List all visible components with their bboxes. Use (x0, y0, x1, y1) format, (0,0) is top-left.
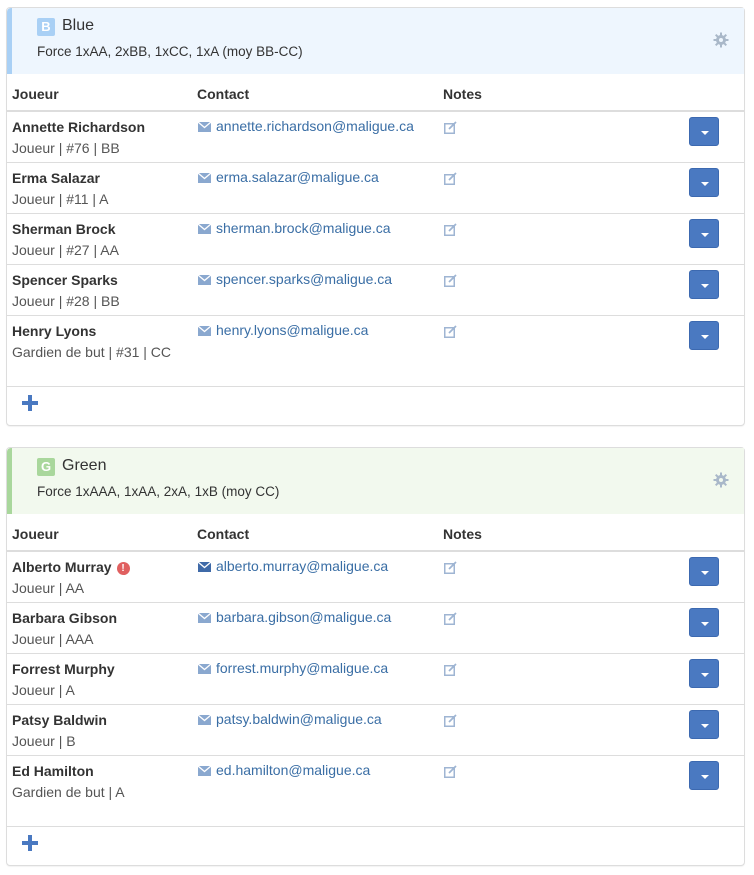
player-actions-dropdown-button[interactable] (689, 608, 719, 637)
edit-icon[interactable] (444, 765, 457, 778)
player-row: Forrest Murphy Joueur | A forrest.murphy… (7, 654, 744, 705)
player-email-link[interactable]: forrest.murphy@maligue.ca (216, 660, 388, 676)
column-header-player: Joueur (12, 86, 59, 102)
player-name: Spencer Sparks (12, 272, 118, 288)
player-meta: Gardien de but | A (12, 784, 125, 800)
edit-icon[interactable] (444, 274, 457, 287)
player-actions-dropdown-button[interactable] (689, 219, 719, 248)
player-email-link[interactable]: henry.lyons@maligue.ca (216, 322, 368, 338)
player-email-link[interactable]: spencer.sparks@maligue.ca (216, 271, 392, 287)
player-meta: Joueur | #76 | BB (12, 140, 120, 156)
player-row: Henry Lyons Gardien de but | #31 | CC he… (7, 316, 744, 387)
player-name: Forrest Murphy (12, 661, 115, 677)
player-actions-dropdown-button[interactable] (689, 270, 719, 299)
player-email-link[interactable]: sherman.brock@maligue.ca (216, 220, 391, 236)
envelope-icon (198, 664, 211, 674)
team-badge: B (37, 18, 55, 36)
player-row: Spencer Sparks Joueur | #28 | BB spencer… (7, 265, 744, 316)
plus-icon[interactable] (21, 834, 39, 852)
edit-icon[interactable] (444, 561, 457, 574)
player-email-link[interactable]: barbara.gibson@maligue.ca (216, 609, 391, 625)
team-force-summary: Force 1xAAA, 1xAA, 2xA, 1xB (moy CC) (37, 484, 280, 499)
team-header: B Blue Force 1xAA, 2xBB, 1xCC, 1xA (moy … (7, 8, 744, 74)
envelope-icon (198, 173, 211, 183)
player-email-link[interactable]: alberto.murray@maligue.ca (216, 558, 388, 574)
team-panel-blue: B Blue Force 1xAA, 2xBB, 1xCC, 1xA (moy … (6, 7, 745, 426)
player-row: Alberto Murray! Joueur | AA alberto.murr… (7, 552, 744, 603)
envelope-icon (198, 224, 211, 234)
player-row: Annette Richardson Joueur | #76 | BB ann… (7, 112, 744, 163)
player-meta: Joueur | #11 | A (12, 191, 109, 207)
player-name: Erma Salazar (12, 170, 100, 186)
add-player-row (7, 381, 744, 425)
edit-icon[interactable] (444, 325, 457, 338)
envelope-icon (198, 613, 211, 623)
player-name-wrapper: Alberto Murray! (12, 559, 130, 575)
player-meta: Gardien de but | #31 | CC (12, 344, 172, 360)
exclamation-icon: ! (116, 562, 130, 575)
envelope-icon (198, 275, 211, 285)
gear-icon[interactable] (713, 472, 729, 488)
plus-icon[interactable] (21, 394, 39, 412)
player-name: Patsy Baldwin (12, 712, 107, 728)
player-name: Ed Hamilton (12, 763, 94, 779)
edit-icon[interactable] (444, 223, 457, 236)
column-header-notes: Notes (443, 86, 482, 102)
player-row: Ed Hamilton Gardien de but | A ed.hamilt… (7, 756, 744, 827)
player-meta: Joueur | #27 | AA (12, 242, 119, 258)
column-header-notes: Notes (443, 526, 482, 542)
envelope-icon (198, 122, 211, 132)
team-name: Blue (62, 17, 95, 34)
player-email-link[interactable]: ed.hamilton@maligue.ca (216, 762, 370, 778)
player-row: Patsy Baldwin Joueur | B patsy.baldwin@m… (7, 705, 744, 756)
player-name: Barbara Gibson (12, 610, 118, 626)
edit-icon[interactable] (444, 172, 457, 185)
player-actions-dropdown-button[interactable] (689, 710, 719, 739)
player-row: Erma Salazar Joueur | #11 | A erma.salaz… (7, 163, 744, 214)
team-panel-green: G Green Force 1xAAA, 1xAA, 2xA, 1xB (moy… (6, 447, 745, 866)
player-name: Sherman Brock (12, 221, 116, 237)
team-badge: G (37, 458, 55, 476)
player-meta: Joueur | #28 | BB (12, 293, 120, 309)
player-actions-dropdown-button[interactable] (689, 321, 719, 350)
player-meta: Joueur | AA (12, 580, 85, 596)
player-name: Annette Richardson (12, 119, 146, 135)
table-header: Joueur Contact Notes (7, 74, 744, 112)
envelope-icon (198, 326, 211, 336)
team-force-summary: Force 1xAA, 2xBB, 1xCC, 1xA (moy BB-CC) (37, 44, 303, 59)
player-meta: Joueur | B (12, 733, 76, 749)
player-email-link[interactable]: patsy.baldwin@maligue.ca (216, 711, 382, 727)
player-row: Barbara Gibson Joueur | AAA barbara.gibs… (7, 603, 744, 654)
column-header-contact: Contact (197, 86, 250, 102)
edit-icon[interactable] (444, 663, 457, 676)
edit-icon[interactable] (444, 121, 457, 134)
player-actions-dropdown-button[interactable] (689, 659, 719, 688)
envelope-icon (198, 766, 211, 776)
envelope-icon (198, 562, 211, 572)
edit-icon[interactable] (444, 612, 457, 625)
column-header-contact: Contact (197, 526, 250, 542)
edit-icon[interactable] (444, 714, 457, 727)
team-name: Green (62, 457, 107, 474)
gear-icon[interactable] (713, 32, 729, 48)
player-actions-dropdown-button[interactable] (689, 117, 719, 146)
player-actions-dropdown-button[interactable] (689, 168, 719, 197)
player-email-link[interactable]: annette.richardson@maligue.ca (216, 118, 414, 134)
player-actions-dropdown-button[interactable] (689, 557, 719, 586)
table-header: Joueur Contact Notes (7, 514, 744, 552)
player-actions-dropdown-button[interactable] (689, 761, 719, 790)
player-row: Sherman Brock Joueur | #27 | AA sherman.… (7, 214, 744, 265)
player-name: Henry Lyons (12, 323, 97, 339)
team-header: G Green Force 1xAAA, 1xAA, 2xA, 1xB (moy… (7, 448, 744, 514)
player-email-link[interactable]: erma.salazar@maligue.ca (216, 169, 379, 185)
player-name: Alberto Murray (12, 559, 112, 575)
player-meta: Joueur | AAA (12, 631, 94, 647)
envelope-icon (198, 715, 211, 725)
player-meta: Joueur | A (12, 682, 75, 698)
add-player-row (7, 821, 744, 865)
column-header-player: Joueur (12, 526, 59, 542)
